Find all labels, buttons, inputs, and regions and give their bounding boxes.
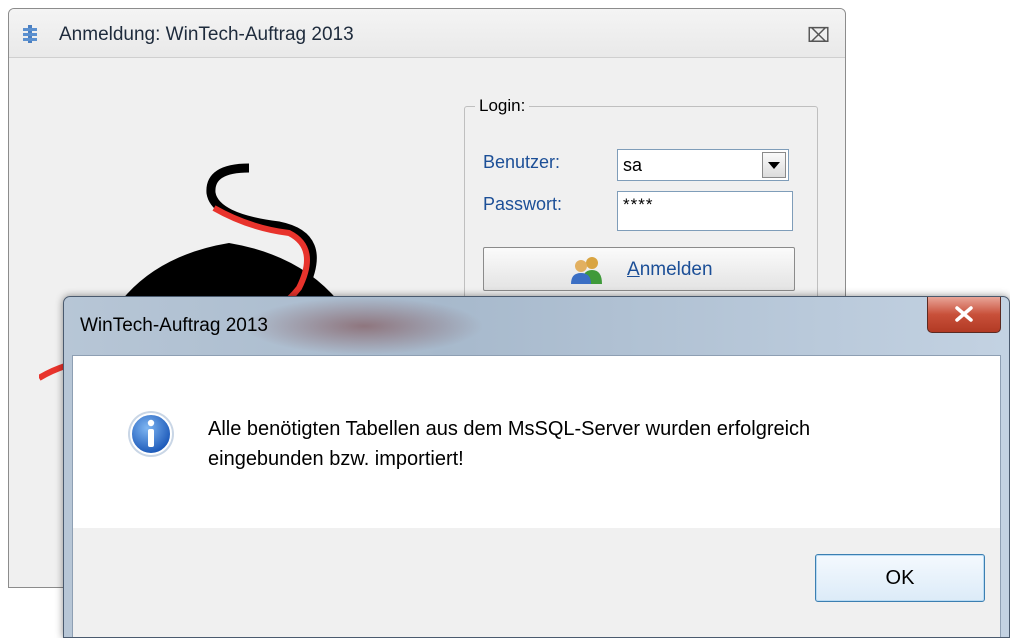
user-label: Benutzer: — [483, 152, 561, 172]
user-value: sa — [623, 155, 643, 175]
ok-button[interactable]: OK — [815, 554, 985, 602]
info-icon — [128, 411, 174, 457]
message-text: Alle benötigten Tabellen aus dem MsSQL-S… — [208, 418, 811, 470]
message-dialog: WinTech-Auftrag 2013 Alle benötigten Tab… — [63, 296, 1010, 638]
login-button-label: Anmelden — [627, 259, 713, 280]
login-window-title: Anmeldung: WinTech-Auftrag 2013 — [59, 24, 354, 45]
user-dropdown[interactable]: sa — [617, 149, 789, 181]
message-content: Alle benötigten Tabellen aus dem MsSQL-S… — [73, 356, 1000, 528]
login-group-label: Login: — [475, 96, 530, 116]
message-title: WinTech-Auftrag 2013 — [80, 315, 268, 336]
login-titlebar: Anmeldung: WinTech-Auftrag 2013 ⌧ — [9, 9, 845, 57]
chevron-down-icon[interactable] — [762, 152, 786, 178]
login-button[interactable]: Anmelden — [483, 247, 795, 291]
message-titlebar: WinTech-Auftrag 2013 — [64, 297, 1009, 355]
password-label: Passwort: — [483, 194, 563, 214]
database-icon — [23, 25, 37, 43]
close-button[interactable] — [927, 297, 1001, 333]
close-icon — [955, 306, 973, 322]
message-client-area: Alle benötigten Tabellen aus dem MsSQL-S… — [72, 355, 1001, 637]
users-icon — [571, 257, 602, 284]
close-icon[interactable]: ⌧ — [807, 25, 830, 45]
password-field[interactable]: **** — [617, 191, 793, 231]
